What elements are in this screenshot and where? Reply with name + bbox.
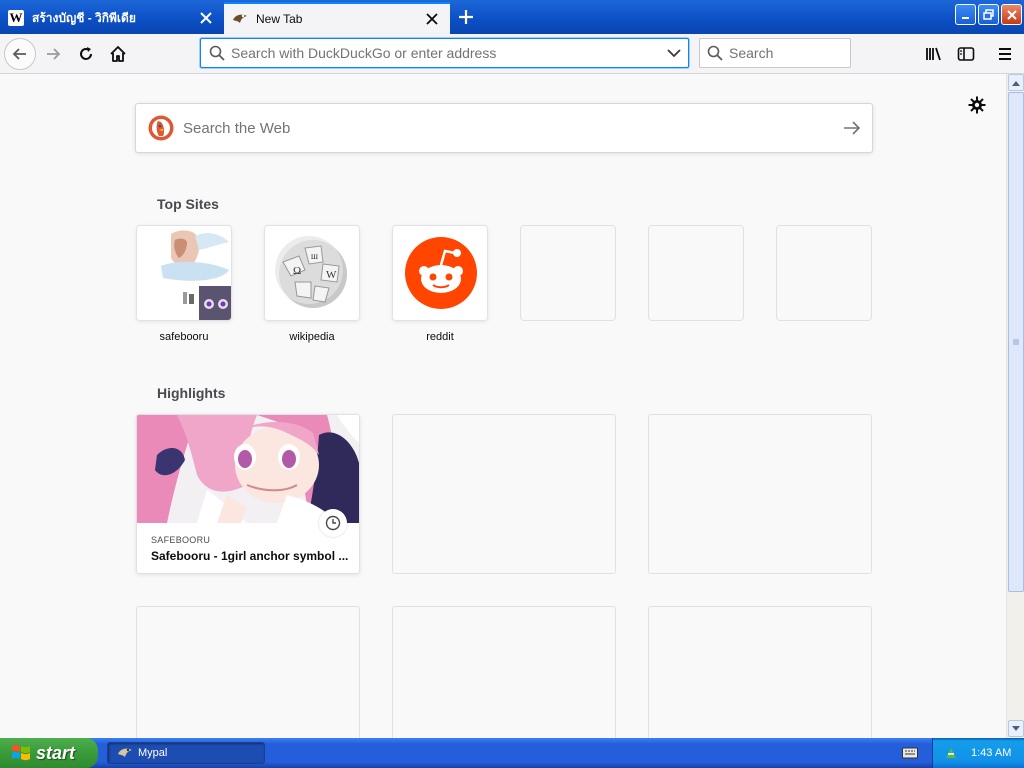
taskbar: start Mypal 1:43 AM — [0, 738, 1024, 768]
top-site-label: safebooru — [159, 331, 209, 343]
menu-button[interactable] — [991, 40, 1019, 68]
mypal-icon — [118, 748, 132, 757]
close-tab-icon[interactable] — [422, 9, 442, 29]
top-site-label: reddit — [426, 331, 454, 343]
new-tab-button[interactable] — [452, 4, 480, 30]
top-site-safebooru[interactable] — [136, 225, 232, 321]
start-button[interactable]: start — [0, 738, 98, 768]
close-tab-icon[interactable] — [196, 8, 216, 28]
clock-icon — [319, 509, 347, 537]
navigation-toolbar — [0, 34, 1024, 74]
tab-title: New Tab — [256, 12, 303, 26]
highlight-card-empty[interactable] — [392, 606, 616, 738]
top-site-empty[interactable] — [520, 225, 616, 321]
library-button[interactable] — [920, 40, 948, 68]
wikipedia-globe-icon: Ω W ш — [265, 226, 359, 320]
web-search-input[interactable] — [183, 119, 832, 137]
sidebar-button[interactable] — [952, 40, 980, 68]
library-icon — [926, 47, 941, 61]
highlight-title: Safebooru - 1girl anchor symbol ... — [151, 549, 349, 563]
highlight-card-empty[interactable] — [136, 606, 360, 738]
highlight-hostname: SAFEBOORU — [151, 535, 211, 545]
taskbar-item-mypal[interactable]: Mypal — [107, 742, 265, 764]
back-arrow-icon — [12, 48, 26, 60]
svg-text:Ω: Ω — [293, 265, 301, 277]
url-bar[interactable] — [200, 38, 689, 68]
tab-strip: W สร้างบัญชี - วิกิพีเดีย New Tab — [0, 0, 1024, 34]
reload-button[interactable] — [70, 38, 102, 70]
search-icon — [209, 45, 231, 61]
chevron-down-icon[interactable] — [660, 48, 688, 58]
start-label: start — [36, 742, 76, 763]
svg-text:W: W — [326, 269, 337, 281]
highlight-thumbnail — [137, 415, 359, 523]
reload-icon — [80, 47, 92, 60]
gear-icon[interactable] — [966, 94, 988, 116]
highlights-heading: Highlights — [157, 385, 226, 401]
vertical-scrollbar[interactable] — [1006, 74, 1024, 738]
system-tray: 1:43 AM — [932, 738, 1024, 768]
search-input[interactable] — [729, 45, 839, 61]
minimize-button[interactable] — [955, 4, 976, 25]
search-icon — [707, 45, 729, 61]
wikipedia-icon: W — [8, 10, 24, 26]
windows-logo-icon — [12, 744, 30, 761]
forward-arrow-icon — [47, 48, 61, 60]
back-button[interactable] — [4, 38, 36, 70]
forward-button[interactable] — [37, 38, 69, 70]
close-window-button[interactable] — [1001, 4, 1022, 25]
home-button[interactable] — [102, 38, 134, 70]
hamburger-icon — [999, 48, 1011, 60]
network-icon[interactable] — [943, 745, 959, 761]
home-icon — [110, 46, 126, 62]
svg-text:ш: ш — [311, 251, 318, 261]
top-site-label: wikipedia — [289, 331, 335, 343]
reddit-logo-icon — [393, 226, 487, 320]
search-go-arrow-icon[interactable] — [832, 121, 872, 135]
scroll-up-arrow-icon[interactable] — [1008, 74, 1024, 91]
search-bar[interactable] — [699, 38, 851, 68]
top-site-empty[interactable] — [776, 225, 872, 321]
clock[interactable]: 1:43 AM — [971, 747, 1011, 759]
taskbar-item-label: Mypal — [138, 747, 168, 759]
mypal-icon — [232, 11, 248, 27]
sidebar-icon — [957, 47, 975, 61]
scroll-down-arrow-icon[interactable] — [1008, 720, 1024, 737]
browser-window: W สร้างบัญชี - วิกิพีเดีย New Tab Search… — [0, 0, 1024, 768]
new-tab-page: Top Sites safebooru — [0, 74, 1006, 738]
restore-button[interactable] — [978, 4, 999, 25]
url-input[interactable] — [231, 45, 660, 61]
highlight-card[interactable]: SAFEBOORU Safebooru - 1girl anchor symbo… — [136, 414, 360, 574]
scrollbar-thumb[interactable] — [1008, 92, 1024, 592]
highlight-card-empty[interactable] — [392, 414, 616, 574]
safebooru-thumbnail — [137, 226, 231, 320]
highlight-card-empty[interactable] — [648, 414, 872, 574]
highlight-card-empty[interactable] — [648, 606, 872, 738]
tab-title: สร้างบัญชี - วิกิพีเดีย — [32, 10, 136, 25]
keyboard-icon[interactable] — [902, 746, 918, 760]
duckduckgo-logo-icon — [148, 115, 174, 141]
tab-new-tab[interactable]: New Tab — [224, 2, 450, 34]
top-sites-heading: Top Sites — [157, 196, 219, 212]
web-search-box[interactable] — [135, 103, 873, 153]
top-site-empty[interactable] — [648, 225, 744, 321]
top-site-reddit[interactable] — [392, 225, 488, 321]
tab-wikipedia[interactable]: W สร้างบัญชี - วิกิพีเดีย — [0, 2, 224, 34]
top-site-wikipedia[interactable]: Ω W ш — [264, 225, 360, 321]
